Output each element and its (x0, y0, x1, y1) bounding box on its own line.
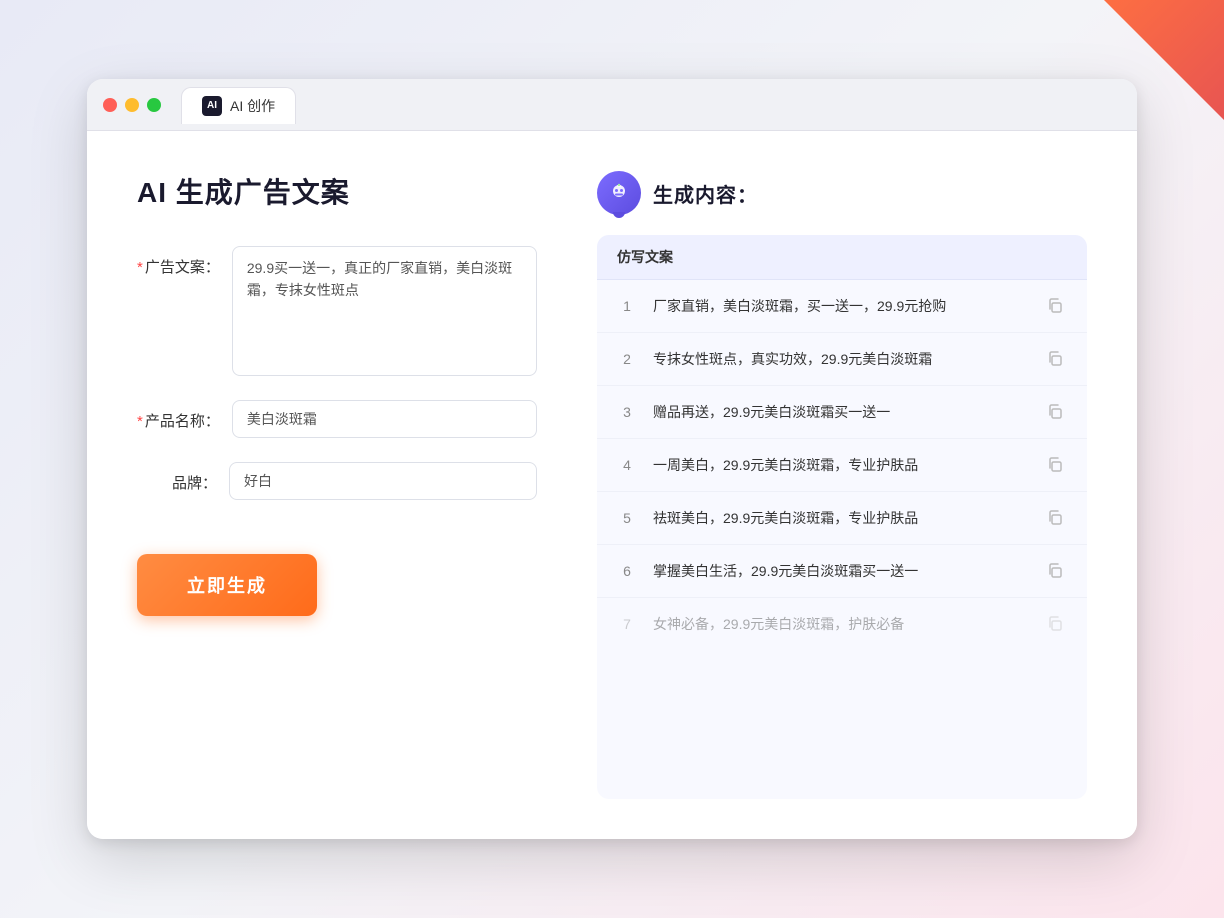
required-star-2: * (137, 413, 143, 430)
copy-button[interactable] (1043, 294, 1067, 318)
result-number: 6 (617, 563, 637, 579)
brand-input[interactable] (229, 462, 537, 500)
result-row: 1 厂家直销，美白淡斑霜，买一送一，29.9元抢购 (597, 280, 1087, 333)
results-column-header: 仿写文案 (597, 235, 1087, 280)
copy-button[interactable] (1043, 559, 1067, 583)
close-button[interactable] (103, 98, 117, 112)
product-name-label: *产品名称： (137, 400, 220, 431)
robot-icon (597, 171, 641, 215)
result-text: 赠品再送，29.9元美白淡斑霜买一送一 (653, 402, 1027, 423)
result-text: 厂家直销，美白淡斑霜，买一送一，29.9元抢购 (653, 296, 1027, 317)
result-row: 5 祛斑美白，29.9元美白淡斑霜，专业护肤品 (597, 492, 1087, 545)
right-panel-header: 生成内容： (597, 171, 1087, 215)
result-text: 专抹女性斑点，真实功效，29.9元美白淡斑霜 (653, 349, 1027, 370)
ai-creation-tab[interactable]: AI AI 创作 (181, 87, 296, 124)
browser-window: AI AI 创作 AI 生成广告文案 *广告文案： *产品名称： (87, 79, 1137, 839)
page-title: AI 生成广告文案 (137, 171, 537, 211)
result-text: 掌握美白生活，29.9元美白淡斑霜买一送一 (653, 561, 1027, 582)
result-row: 7 女神必备，29.9元美白淡斑霜，护肤必备 (597, 598, 1087, 650)
product-name-input[interactable] (232, 400, 537, 438)
copy-button[interactable] (1043, 506, 1067, 530)
ad-copy-input[interactable] (232, 246, 537, 376)
copy-button[interactable] (1043, 612, 1067, 636)
result-number: 4 (617, 457, 637, 473)
result-number: 2 (617, 351, 637, 367)
result-number: 3 (617, 404, 637, 420)
required-star: * (137, 259, 143, 276)
results-list: 1 厂家直销，美白淡斑霜，买一送一，29.9元抢购 2 专抹女性斑点，真实功效，29… (597, 280, 1087, 650)
minimize-button[interactable] (125, 98, 139, 112)
result-row: 3 赠品再送，29.9元美白淡斑霜买一送一 (597, 386, 1087, 439)
ad-copy-group: *广告文案： (137, 246, 537, 376)
result-row: 4 一周美白，29.9元美白淡斑霜，专业护肤品 (597, 439, 1087, 492)
results-container: 仿写文案 1 厂家直销，美白淡斑霜，买一送一，29.9元抢购 2 专抹女性斑点，真实… (597, 235, 1087, 799)
brand-label: 品牌： (137, 462, 217, 493)
result-text: 女神必备，29.9元美白淡斑霜，护肤必备 (653, 614, 1027, 635)
product-name-group: *产品名称： (137, 400, 537, 438)
right-panel-title: 生成内容： (653, 179, 758, 208)
copy-button[interactable] (1043, 453, 1067, 477)
ad-copy-label: *广告文案： (137, 246, 220, 277)
maximize-button[interactable] (147, 98, 161, 112)
browser-chrome: AI AI 创作 (87, 79, 1137, 131)
result-row: 6 掌握美白生活，29.9元美白淡斑霜买一送一 (597, 545, 1087, 598)
generate-button[interactable]: 立即生成 (137, 554, 317, 616)
result-text: 祛斑美白，29.9元美白淡斑霜，专业护肤品 (653, 508, 1027, 529)
result-number: 7 (617, 616, 637, 632)
result-text: 一周美白，29.9元美白淡斑霜，专业护肤品 (653, 455, 1027, 476)
left-panel: AI 生成广告文案 *广告文案： *产品名称： 品牌： 立即生成 (137, 171, 537, 799)
copy-button[interactable] (1043, 347, 1067, 371)
result-row: 2 专抹女性斑点，真实功效，29.9元美白淡斑霜 (597, 333, 1087, 386)
browser-content: AI 生成广告文案 *广告文案： *产品名称： 品牌： 立即生成 (87, 131, 1137, 839)
result-number: 5 (617, 510, 637, 526)
ai-tab-icon: AI (202, 96, 222, 116)
traffic-lights (103, 98, 161, 112)
right-panel: 生成内容： 仿写文案 1 厂家直销，美白淡斑霜，买一送一，29.9元抢购 2 专抹女… (597, 171, 1087, 799)
copy-button[interactable] (1043, 400, 1067, 424)
result-number: 1 (617, 298, 637, 314)
brand-group: 品牌： (137, 462, 537, 500)
tab-label: AI 创作 (230, 96, 275, 116)
